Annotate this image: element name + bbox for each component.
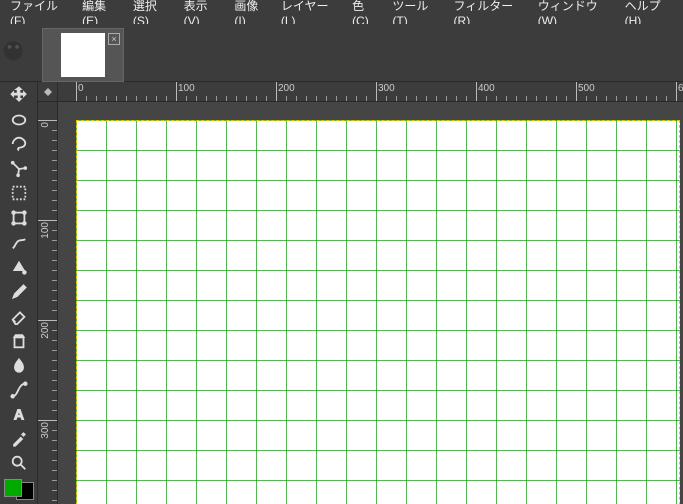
tool-warp[interactable] (6, 233, 32, 252)
hruler-label: 0 (78, 83, 84, 94)
tool-crop[interactable] (6, 184, 32, 203)
hruler-label: 500 (578, 83, 595, 94)
hruler-label: 100 (178, 83, 195, 94)
fg-bg-color-swatch[interactable] (4, 479, 34, 500)
tool-transform[interactable] (6, 209, 32, 228)
fg-color-swatch[interactable] (4, 479, 22, 497)
tool-select-free[interactable] (6, 135, 32, 154)
tool-smudge[interactable] (6, 356, 32, 375)
canvas-scroll-area[interactable] (58, 102, 683, 504)
image-tab-active[interactable]: × (42, 28, 124, 82)
image-tabstrip: × (0, 24, 683, 82)
vruler-label: 100 (40, 222, 51, 239)
hruler-label: 200 (278, 83, 295, 94)
vruler-label: 0 (40, 122, 51, 128)
horizontal-ruler[interactable]: 0 100 200 300 400 500 600 (58, 82, 683, 102)
tool-paths[interactable] (6, 380, 32, 399)
tool-move[interactable] (6, 86, 32, 105)
svg-text:A: A (13, 408, 24, 424)
tool-eraser[interactable] (6, 307, 32, 326)
toolbox: A (0, 82, 38, 504)
vruler-label: 300 (40, 422, 51, 439)
tool-zoom[interactable] (6, 454, 32, 473)
image-viewport: 0 100 200 300 400 500 600 0 100 200 300 (38, 82, 683, 504)
tool-select-fuzzy[interactable] (6, 160, 32, 179)
ruler-origin-toggle[interactable] (38, 82, 58, 102)
vertical-ruler[interactable]: 0 100 200 300 (38, 102, 58, 504)
workarea: A 0 100 200 300 400 500 600 0 100 200 300 (0, 82, 683, 504)
menubar: ファイル(F) 編集(E) 選択(S) 表示(V) 画像(I) レイヤー(L) … (0, 0, 683, 24)
tool-bucket[interactable] (6, 258, 32, 277)
tab-close-icon[interactable]: × (108, 33, 120, 45)
tool-select-rect[interactable] (6, 111, 32, 130)
vruler-label: 200 (40, 322, 51, 339)
tool-color-picker[interactable] (6, 429, 32, 448)
tool-text[interactable]: A (6, 405, 32, 424)
app-logo-icon (0, 26, 38, 64)
tool-pencil[interactable] (6, 282, 32, 301)
tool-clone[interactable] (6, 331, 32, 350)
tab-thumbnail (61, 33, 105, 77)
hruler-label: 600 (678, 83, 683, 94)
canvas[interactable] (76, 120, 680, 504)
hruler-label: 400 (478, 83, 495, 94)
hruler-label: 300 (378, 83, 395, 94)
